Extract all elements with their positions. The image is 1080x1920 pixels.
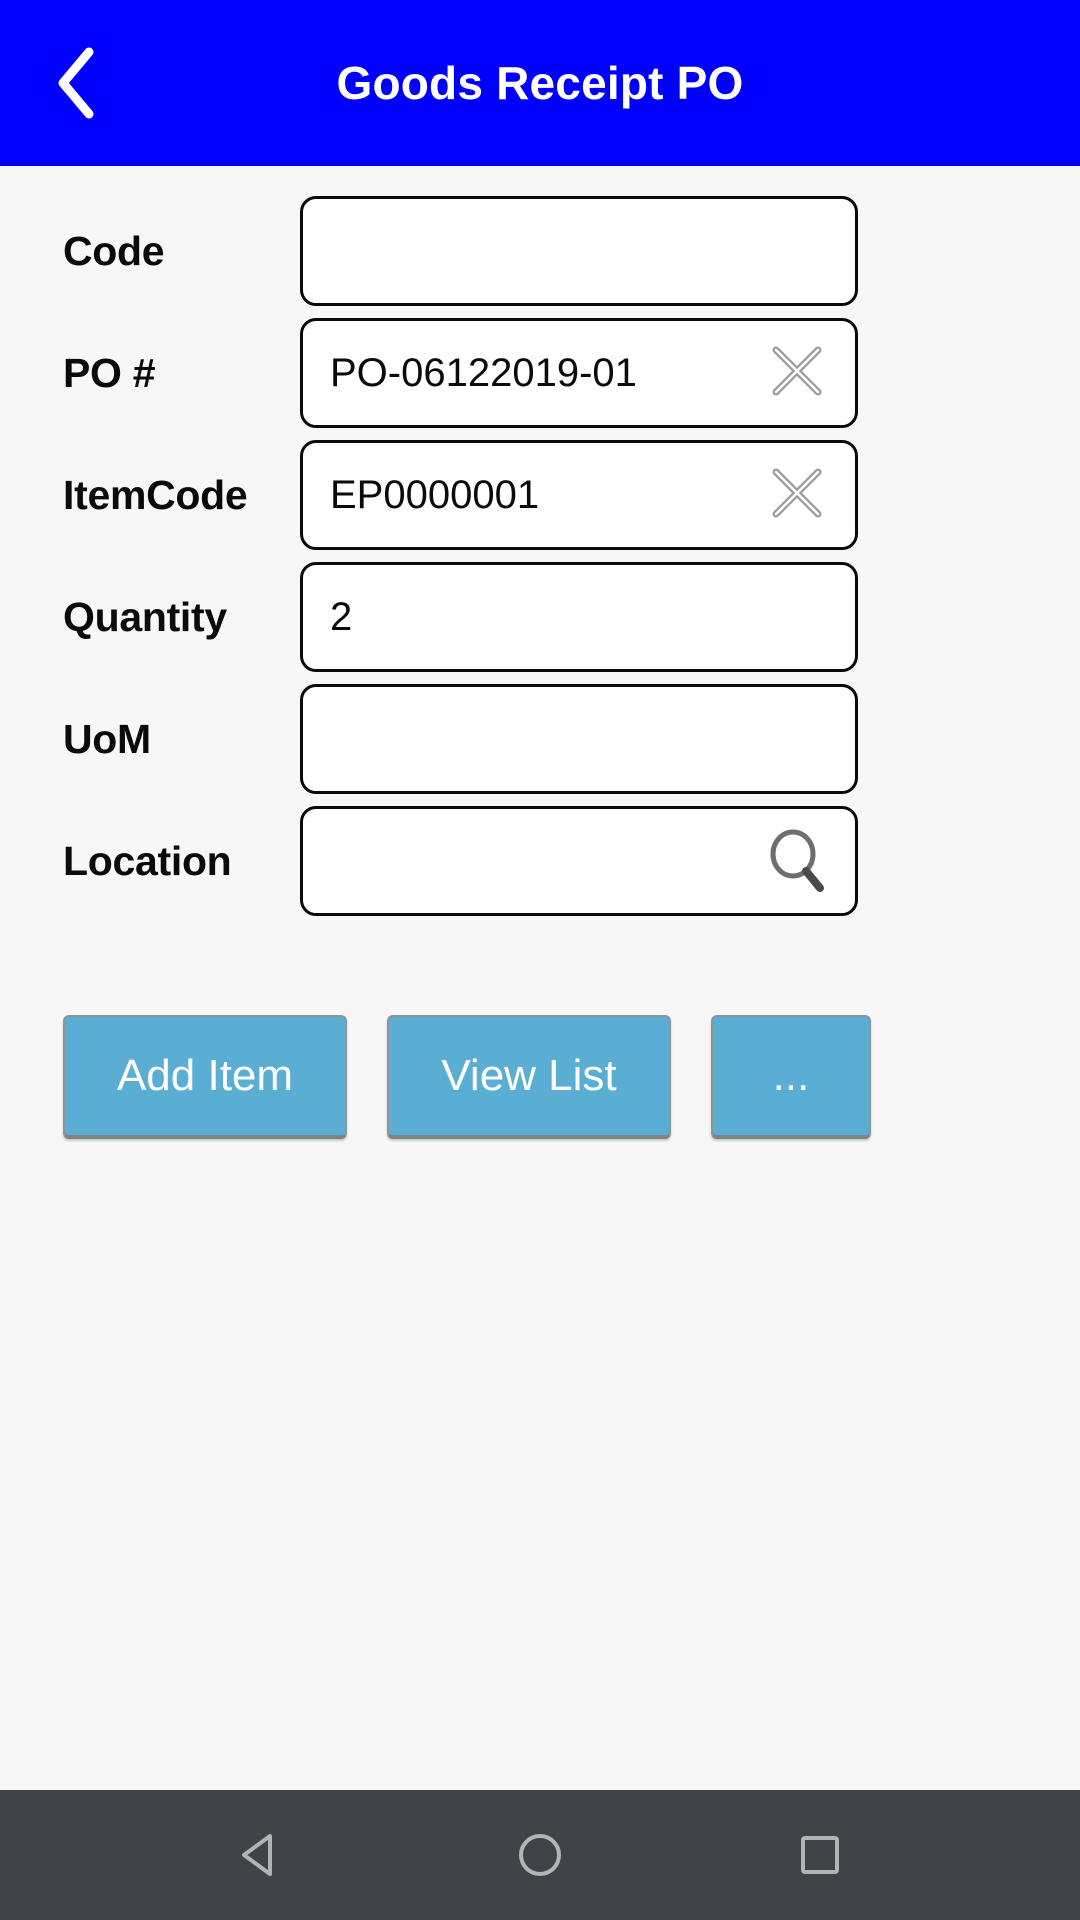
- home-circle-icon: [516, 1831, 564, 1879]
- nav-home-button[interactable]: [480, 1795, 600, 1915]
- label-uom: UoM: [63, 715, 151, 762]
- form-row-code: Code: [0, 190, 1080, 312]
- form-row-location: Location: [0, 800, 1080, 922]
- add-item-button[interactable]: Add Item: [63, 1015, 347, 1139]
- more-options-button[interactable]: ...: [711, 1015, 871, 1139]
- form-row-po-number: PO # PO-06122019-01: [0, 312, 1080, 434]
- form-row-item-code: ItemCode EP0000001: [0, 434, 1080, 556]
- input-quantity[interactable]: 2: [300, 562, 858, 672]
- chevron-left-icon: [53, 46, 99, 120]
- android-navigation-bar: [0, 1790, 1080, 1920]
- clear-x-icon[interactable]: [761, 337, 833, 409]
- label-location: Location: [63, 837, 232, 884]
- clear-x-icon[interactable]: [761, 459, 833, 531]
- input-uom[interactable]: [300, 684, 858, 794]
- form-container: Code PO # PO-06122019-01 ItemCode EP0000…: [0, 166, 1080, 1465]
- back-button[interactable]: [28, 0, 124, 166]
- form-row-uom: UoM: [0, 678, 1080, 800]
- input-item-code[interactable]: EP0000001: [300, 440, 858, 550]
- back-triangle-icon: [236, 1830, 284, 1880]
- input-po-number-value: PO-06122019-01: [330, 350, 637, 395]
- input-po-number[interactable]: PO-06122019-01: [300, 318, 858, 428]
- input-code[interactable]: [300, 196, 858, 306]
- input-location[interactable]: [300, 806, 858, 916]
- label-po-number: PO #: [63, 349, 156, 396]
- view-list-button[interactable]: View List: [387, 1015, 671, 1139]
- app-screen: Goods Receipt PO Code PO # PO-06122019-0…: [0, 0, 1080, 1920]
- app-bar: Goods Receipt PO: [0, 0, 1080, 166]
- nav-recents-button[interactable]: [760, 1795, 880, 1915]
- page-title: Goods Receipt PO: [336, 57, 744, 109]
- input-item-code-value: EP0000001: [330, 472, 540, 517]
- action-button-bar: Add Item View List ...: [0, 1015, 1080, 1139]
- form-row-quantity: Quantity 2: [0, 556, 1080, 678]
- recents-square-icon: [798, 1833, 842, 1877]
- label-code: Code: [63, 227, 165, 274]
- nav-back-button[interactable]: [200, 1795, 320, 1915]
- input-quantity-value: 2: [330, 594, 353, 639]
- label-quantity: Quantity: [63, 593, 227, 640]
- label-item-code: ItemCode: [63, 471, 248, 518]
- search-icon[interactable]: [761, 825, 833, 897]
